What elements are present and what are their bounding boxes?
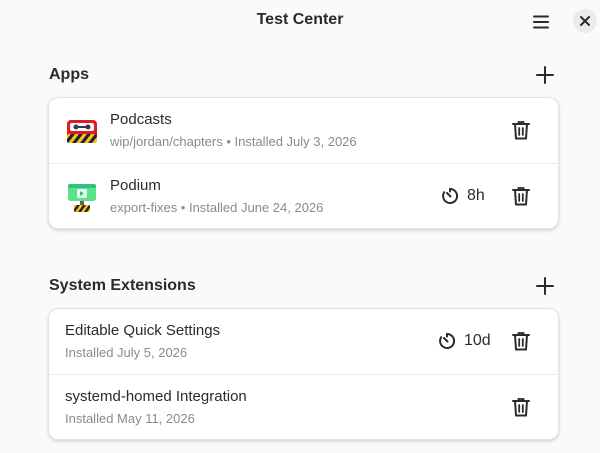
plus-icon xyxy=(536,66,554,84)
apps-list: Podcasts wip/jordan/chapters • Installed… xyxy=(48,97,559,229)
main-menu-button[interactable] xyxy=(527,8,555,36)
extension-row-editable-quick-settings[interactable]: Editable Quick Settings Installed July 5… xyxy=(49,309,558,374)
app-subtitle: wip/jordan/chapters • Installed July 3, … xyxy=(110,134,357,149)
add-app-button[interactable] xyxy=(533,63,557,87)
app-subtitle: export-fixes • Installed June 24, 2026 xyxy=(110,200,324,215)
trash-icon xyxy=(512,121,530,140)
remove-podcasts-button[interactable] xyxy=(510,118,532,142)
hamburger-menu-icon xyxy=(533,15,549,29)
trash-icon xyxy=(512,187,530,206)
podcasts-app-icon xyxy=(67,120,97,143)
podium-app-icon xyxy=(68,184,96,212)
header-bar: Test Center xyxy=(0,0,600,44)
close-button[interactable] xyxy=(573,9,597,33)
trash-icon xyxy=(512,332,530,351)
remove-systemd-homed-button[interactable] xyxy=(510,395,532,419)
extension-row-systemd-homed[interactable]: systemd-homed Integration Installed May … xyxy=(49,374,558,439)
app-name: Podium xyxy=(110,177,161,194)
extension-subtitle: Installed May 11, 2026 xyxy=(65,411,195,426)
expiry-timer: 8h xyxy=(441,184,485,208)
app-row-podcasts[interactable]: Podcasts wip/jordan/chapters • Installed… xyxy=(49,98,558,163)
app-window: Test Center Apps Podcasts wip/jordan/cha… xyxy=(0,0,600,453)
app-row-podium[interactable]: Podium export-fixes • Installed June 24,… xyxy=(49,163,558,228)
remove-editable-quick-settings-button[interactable] xyxy=(510,329,532,353)
apps-section-title: Apps xyxy=(49,66,89,83)
apps-section-header: Apps xyxy=(49,60,559,90)
timer-remaining: 8h xyxy=(467,187,485,204)
timer-remaining: 10d xyxy=(464,332,491,349)
trash-icon xyxy=(512,398,530,417)
extensions-list: Editable Quick Settings Installed July 5… xyxy=(48,308,559,440)
timer-icon xyxy=(439,332,456,349)
expiry-timer: 10d xyxy=(438,329,491,353)
window-title: Test Center xyxy=(256,11,344,28)
close-icon xyxy=(580,16,590,26)
extension-name: Editable Quick Settings xyxy=(65,322,221,339)
plus-icon xyxy=(536,277,554,295)
app-name: Podcasts xyxy=(110,111,172,128)
extensions-section-header: System Extensions xyxy=(49,271,559,301)
timer-icon xyxy=(442,187,459,204)
add-extension-button[interactable] xyxy=(533,274,557,298)
remove-podium-button[interactable] xyxy=(510,184,532,208)
extensions-section-title: System Extensions xyxy=(49,277,196,294)
extension-subtitle: Installed July 5, 2026 xyxy=(65,345,188,360)
extension-name: systemd-homed Integration xyxy=(65,388,247,405)
